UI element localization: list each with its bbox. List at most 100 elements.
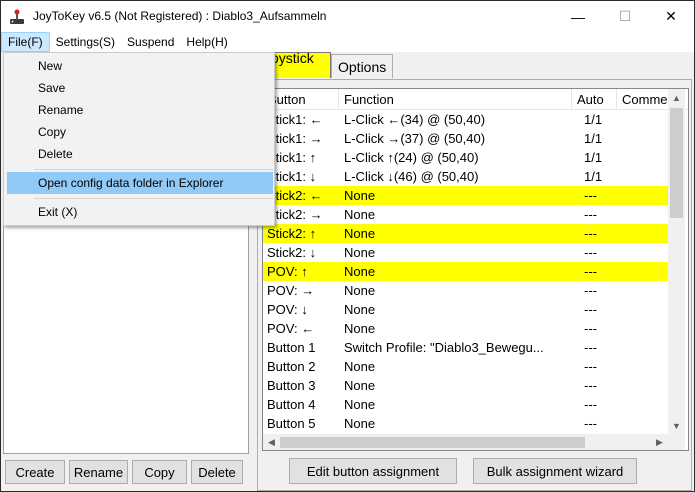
menu-file[interactable]: File(F) [1,32,50,52]
auto-cell: --- [584,207,597,222]
table-row[interactable]: Button 2 None --- [263,357,668,376]
button-cell: Button 4 [267,397,316,412]
button-cell: POV: ← [267,321,315,336]
table-row[interactable]: POV: → None --- [263,281,668,300]
menu-suspend[interactable]: Suspend [121,32,180,52]
table-row[interactable]: POV: ↓ None --- [263,300,668,319]
scrollbar-corner [668,434,685,450]
delete-button[interactable]: Delete [191,460,243,484]
auto-cell: --- [584,188,597,203]
menu-item-new[interactable]: New [7,55,273,77]
file-menu-dropdown: New Save Rename Copy Delete Open config … [3,52,275,226]
table-row[interactable]: POV: ← None --- [263,319,668,338]
auto-cell: --- [584,378,597,393]
vertical-scroll-thumb[interactable] [670,108,683,218]
menu-settings[interactable]: Settings(S) [50,32,121,52]
table-row[interactable]: Button 4 None --- [263,395,668,414]
button-cell: Button 1 [267,340,316,355]
copy-button[interactable]: Copy [132,460,187,484]
edit-button-assignment[interactable]: Edit button assignment [289,458,457,484]
function-cell: None [344,378,376,393]
horizontal-scroll-thumb[interactable] [280,437,585,448]
table-row[interactable]: Stick2: ↓ None --- [263,243,668,262]
function-cell: L-Click ↓(46) @ (50,40) [344,169,479,184]
button-cell: POV: ↓ [267,302,308,317]
auto-cell: --- [584,359,597,374]
app-window: JoyToKey v6.5 (Not Registered) : Diablo3… [0,0,695,492]
table-body: Stick1: ← L-Click ←(34) @ (50,40) 1/1 Stick… [263,110,668,433]
table-row[interactable]: Stick1: ↓ L-Click ↓(46) @ (50,40) 1/1 [263,167,668,186]
scroll-left-icon[interactable]: ◀ [263,434,280,450]
table-row[interactable]: Stick2: ↑ None --- [263,224,668,243]
vertical-scrollbar[interactable]: ▲ ▼ [668,89,685,434]
auto-cell: 1/1 [584,169,603,184]
assignment-buttons: Edit button assignment Bulk assignment w… [289,458,637,484]
function-cell: None [344,416,376,431]
button-cell: Button 5 [267,416,316,431]
table-row[interactable]: Stick1: ↑ L-Click ↑(24) @ (50,40) 1/1 [263,148,668,167]
function-cell: L-Click →(37) @ (50,40) [344,131,486,146]
table-header: Button Function Auto Comment [263,89,688,110]
scroll-right-icon[interactable]: ▶ [651,434,668,450]
assignment-table: Button Function Auto Comment Stick1: ← L-… [262,88,689,451]
button-cell: Stick2: ↓ [267,245,317,260]
table-row[interactable]: Stick1: → L-Click →(37) @ (50,40) 1/1 [263,129,668,148]
button-cell: Stick2: ↑ [267,226,317,241]
menu-help[interactable]: Help(H) [180,32,233,52]
button-cell: Button 3 [267,378,316,393]
function-cell: None [344,188,376,203]
table-row[interactable]: Button 1 Switch Profile: "Diablo3_Bewegu.… [263,338,668,357]
menu-item-exit[interactable]: Exit (X) [7,201,273,223]
auto-cell: --- [584,245,597,260]
button-cell: Button 2 [267,359,316,374]
column-header-auto[interactable]: Auto [572,89,617,110]
column-header-function[interactable]: Function [339,89,572,110]
function-cell: None [344,321,376,336]
title-bar[interactable]: JoyToKey v6.5 (Not Registered) : Diablo3… [1,1,694,32]
auto-cell: --- [584,302,597,317]
tab-options[interactable]: Options [331,54,394,78]
function-cell: None [344,245,376,260]
menu-item-rename[interactable]: Rename [7,99,273,121]
tab-strip: Joystick 1 Options [257,50,394,82]
auto-cell: --- [584,340,597,355]
function-cell: Switch Profile: "Diablo3_Bewegu... [344,340,544,355]
auto-cell: --- [584,397,597,412]
function-cell: None [344,397,376,412]
function-cell: None [344,226,376,241]
minimize-button[interactable]: — [555,1,601,32]
menu-item-save[interactable]: Save [7,77,273,99]
auto-cell: --- [584,226,597,241]
table-row[interactable]: Button 5 None --- [263,414,668,433]
horizontal-scrollbar[interactable]: ◀ ▶ [263,434,668,450]
table-row[interactable]: Stick2: → None --- [263,205,668,224]
function-cell: None [344,359,376,374]
rename-button[interactable]: Rename [69,460,128,484]
create-button[interactable]: Create [5,460,65,484]
menu-separator [34,169,273,170]
menu-bar: File(F) Settings(S) Suspend Help(H) [1,32,694,52]
auto-cell: --- [584,283,597,298]
menu-item-copy[interactable]: Copy [7,121,273,143]
table-row[interactable]: Button 3 None --- [263,376,668,395]
table-row[interactable]: Stick2: ← None --- [263,186,668,205]
table-row[interactable]: POV: ↑ None --- [263,262,668,281]
function-cell: None [344,207,376,222]
window-title: JoyToKey v6.5 (Not Registered) : Diablo3… [33,9,327,23]
menu-item-delete[interactable]: Delete [7,143,273,165]
auto-cell: 1/1 [584,112,603,127]
auto-cell: 1/1 [584,131,603,146]
menu-item-open-config-folder[interactable]: Open config data folder in Explorer [7,172,273,194]
close-button[interactable]: ✕ [648,1,694,32]
joystick-app-icon [9,9,25,25]
auto-cell: 1/1 [584,150,603,165]
bulk-assignment-wizard-button[interactable]: Bulk assignment wizard [473,458,637,484]
function-cell: L-Click ↑(24) @ (50,40) [344,150,479,165]
auto-cell: --- [584,321,597,336]
maximize-button[interactable]: ☐ [602,1,648,32]
auto-cell: --- [584,416,597,431]
table-row[interactable]: Stick1: ← L-Click ←(34) @ (50,40) 1/1 [263,110,668,129]
scroll-down-icon[interactable]: ▼ [668,417,685,434]
button-cell: POV: ↑ [267,264,308,279]
scroll-up-icon[interactable]: ▲ [668,89,685,106]
